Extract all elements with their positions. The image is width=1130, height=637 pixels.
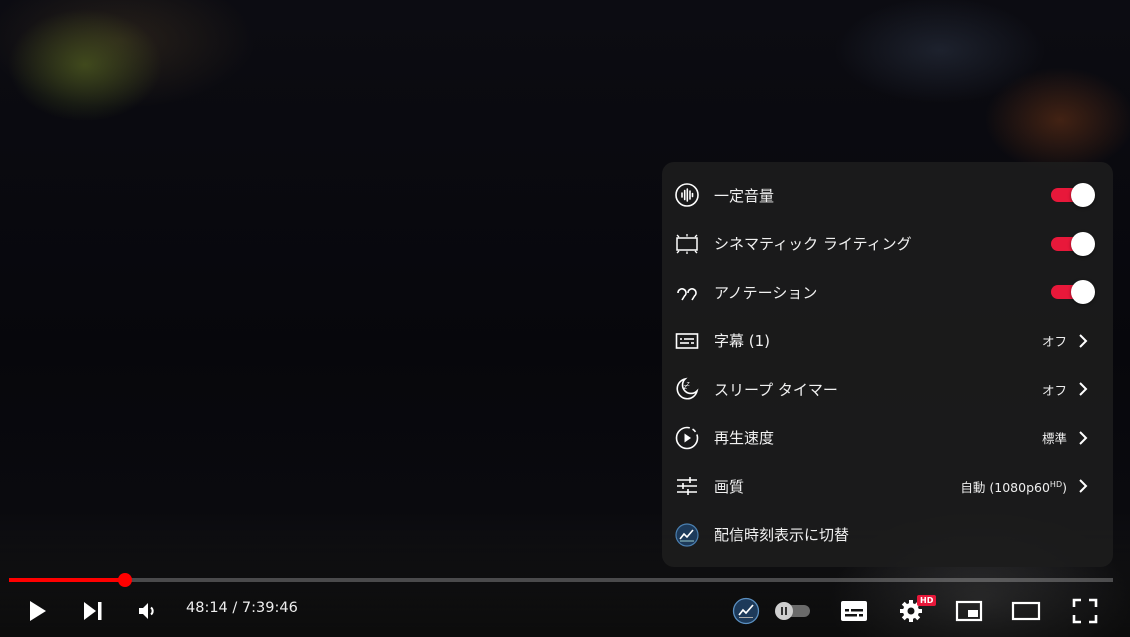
skip-next-icon <box>84 602 102 620</box>
time-display: 48:14 / 7:39:46 <box>186 600 298 616</box>
settings-item-label: 一定音量 <box>714 186 775 205</box>
stats-chart-icon <box>674 522 700 548</box>
playback-speed-icon <box>674 425 700 451</box>
svg-text:z: z <box>687 381 690 388</box>
autoplay-pause-icon <box>775 602 810 620</box>
settings-item-label: 画質 <box>714 477 745 496</box>
settings-item-playback-speed[interactable]: 再生速度 標準 <box>662 414 1113 463</box>
quality-value: 自動 (1080p60HD) <box>960 479 1067 495</box>
settings-item-label: アノテーション <box>714 283 818 302</box>
theater-mode-button[interactable] <box>1010 594 1042 628</box>
settings-item-label: スリープ タイマー <box>714 380 838 399</box>
fullscreen-icon <box>1072 598 1098 624</box>
hd-badge: HD <box>917 595 937 606</box>
settings-item-label: 字幕 (1) <box>714 332 771 351</box>
settings-item-subtitles[interactable]: 字幕 (1) オフ <box>662 317 1113 366</box>
subtitles-button[interactable] <box>838 594 870 628</box>
chevron-right-icon <box>1079 431 1088 445</box>
settings-item-sleep-timer[interactable]: zz スリープ タイマー オフ <box>662 365 1113 414</box>
fullscreen-button[interactable] <box>1069 594 1101 628</box>
subtitles-icon <box>674 328 700 354</box>
settings-item-label: 配信時刻表示に切替 <box>714 526 850 545</box>
ambient-mode-toggle[interactable] <box>1051 231 1095 256</box>
settings-item-annotations[interactable]: アノテーション <box>662 268 1113 317</box>
subtitles-value: オフ <box>1041 334 1067 350</box>
chevron-right-icon <box>1079 479 1088 493</box>
stable-volume-icon <box>674 182 700 208</box>
subtitles-icon <box>841 601 867 621</box>
settings-item-stream-time[interactable]: 配信時刻表示に切替 <box>662 511 1113 560</box>
settings-menu: 一定音量 シネマティック ライティング アノテーション 字幕 (1) オフ zz… <box>662 162 1113 567</box>
stream-time-button[interactable] <box>731 594 761 628</box>
chevron-right-icon <box>1079 334 1088 348</box>
quality-icon <box>674 473 700 499</box>
chevron-right-icon <box>1079 382 1088 396</box>
settings-item-quality[interactable]: 画質 自動 (1080p60HD) <box>662 462 1113 511</box>
autoplay-toggle[interactable] <box>771 594 813 628</box>
settings-item-label: シネマティック ライティング <box>714 235 912 254</box>
play-button[interactable] <box>22 594 52 628</box>
miniplayer-button[interactable] <box>953 594 985 628</box>
ambient-mode-icon <box>674 231 700 257</box>
sleep-timer-icon: zz <box>674 376 700 402</box>
stats-chart-icon <box>732 597 760 625</box>
settings-item-ambient-mode[interactable]: シネマティック ライティング <box>662 220 1113 269</box>
seek-bar-handle[interactable] <box>117 573 132 587</box>
miniplayer-icon <box>955 600 983 622</box>
total-duration: 7:39:46 <box>241 600 298 616</box>
play-icon <box>30 601 46 621</box>
stable-volume-toggle[interactable] <box>1051 183 1095 208</box>
seek-bar[interactable] <box>9 573 1113 587</box>
current-time: 48:14 <box>186 600 228 616</box>
playback-speed-value: 標準 <box>1041 431 1067 447</box>
theater-mode-icon <box>1011 601 1041 621</box>
annotations-toggle[interactable] <box>1051 280 1095 305</box>
seek-bar-played <box>9 578 125 582</box>
next-button[interactable] <box>78 594 108 628</box>
volume-icon <box>139 603 154 619</box>
sleep-timer-value: オフ <box>1041 382 1067 398</box>
settings-item-stable-volume[interactable]: 一定音量 <box>662 171 1113 220</box>
annotations-icon <box>674 279 700 305</box>
mute-button[interactable] <box>133 594 161 628</box>
settings-item-label: 再生速度 <box>714 429 775 448</box>
